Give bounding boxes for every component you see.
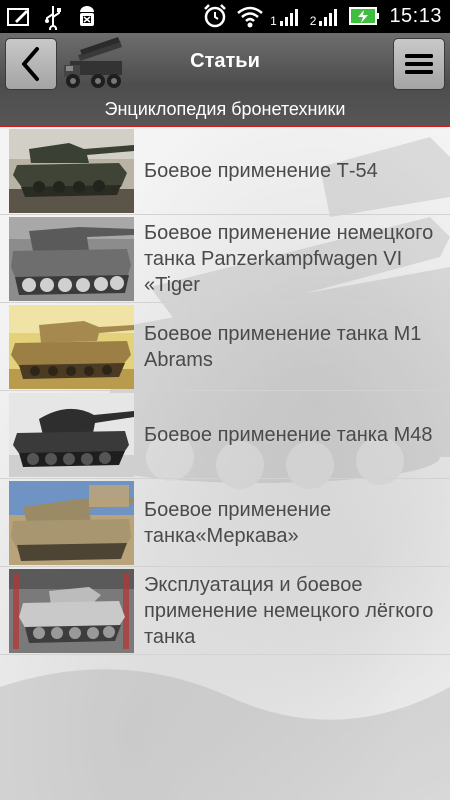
- panzer-light-tank-photo: [9, 569, 134, 653]
- abrams-tank-photo: [9, 305, 134, 389]
- signal-2-icon: 2: [310, 4, 342, 28]
- signal-1-label: 1: [270, 14, 277, 28]
- article-title: Боевое применение танка«Меркава»: [144, 499, 332, 547]
- list-item[interactable]: Эксплуатация и боевое применение немецко…: [0, 567, 450, 655]
- android-debug-icon: [74, 4, 100, 30]
- merkava-tank-photo: [9, 481, 134, 565]
- article-title: Боевое применение танка M48: [144, 424, 433, 446]
- usb-icon: [40, 4, 66, 33]
- article-title: Боевое применение танка M1 Abrams: [144, 323, 422, 371]
- status-time: 15:13: [389, 4, 442, 27]
- article-list-area[interactable]: Боевое применение Т-54 Боевое применение…: [0, 127, 450, 800]
- list-item[interactable]: Боевое применение танка M48: [0, 391, 450, 479]
- hamburger-menu-icon: [405, 54, 433, 74]
- signal-1-icon: 1: [270, 4, 302, 28]
- menu-button[interactable]: [393, 38, 445, 90]
- article-title: Боевое применение немецкого танка Panzer…: [144, 222, 434, 296]
- tiger-tank-photo: [9, 217, 134, 301]
- screen-edit-icon: [6, 4, 32, 30]
- alarm-icon: [202, 3, 228, 29]
- t54-tank-photo: [9, 129, 134, 213]
- action-bar: Статьи Энциклопедия бронетехники: [0, 33, 450, 129]
- wifi-icon: [236, 3, 263, 29]
- battery-charging-icon: [349, 5, 381, 27]
- article-title: Боевое применение Т-54: [144, 160, 378, 182]
- list-item[interactable]: Боевое применение Т-54: [0, 127, 450, 215]
- list-item[interactable]: Боевое применение немецкого танка Panzer…: [0, 215, 450, 303]
- list-item[interactable]: Боевое применение танка M1 Abrams: [0, 303, 450, 391]
- page-subtitle: Энциклопедия бронетехники: [104, 99, 346, 119]
- status-bar: 1 2 15:13: [0, 0, 450, 33]
- article-list: Боевое применение Т-54 Боевое применение…: [0, 127, 450, 655]
- article-title: Эксплуатация и боевое применение немецко…: [144, 574, 434, 648]
- page-title: Статьи: [190, 50, 260, 72]
- signal-2-label: 2: [309, 14, 317, 28]
- m48-tank-photo: [9, 393, 134, 477]
- list-item[interactable]: Боевое применение танка«Меркава»: [0, 479, 450, 567]
